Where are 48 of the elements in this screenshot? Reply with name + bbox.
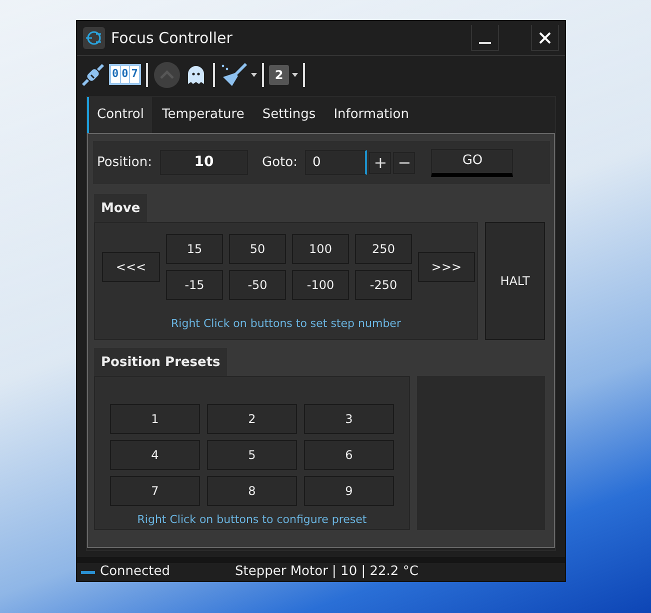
halt-button[interactable]: HALT	[485, 222, 545, 340]
step-left-button[interactable]: <<<	[102, 252, 160, 282]
step-button[interactable]: 250	[355, 234, 412, 264]
preset-button[interactable]: 6	[304, 440, 394, 470]
preset-button[interactable]: 1	[110, 404, 200, 434]
goto-input-field[interactable]: 0	[305, 150, 368, 175]
app-logo-icon	[83, 27, 105, 49]
tab[interactable]: Control	[87, 97, 152, 133]
section-header: Move	[94, 194, 148, 222]
tab[interactable]: Settings	[252, 97, 324, 133]
close-icon	[538, 30, 552, 44]
up-chevron-icon	[152, 60, 181, 88]
goto-label: Goto:	[262, 154, 298, 172]
preset-button[interactable]: 4	[110, 440, 200, 470]
plug-icon	[80, 62, 106, 88]
position-value: 10	[160, 150, 248, 175]
tab[interactable]: Information	[324, 97, 417, 133]
hint-text: Right Click on buttons to configure preset	[136, 512, 368, 528]
preset-button[interactable]: 2	[207, 404, 297, 434]
step-button[interactable]: -100	[292, 270, 349, 300]
step-right-button[interactable]: >>>	[418, 252, 475, 282]
preset-button[interactable]: 9	[304, 476, 394, 506]
broom-button[interactable]	[220, 62, 257, 88]
step-button[interactable]: 100	[292, 234, 349, 264]
minimize-icon	[479, 42, 491, 44]
step-button[interactable]: 15	[166, 234, 223, 264]
close-button[interactable]	[531, 25, 559, 51]
preset-button[interactable]: 7	[110, 476, 200, 506]
position-label: Position:	[97, 154, 152, 172]
tab[interactable]: Temperature	[152, 97, 252, 133]
preset-button[interactable]: 8	[207, 476, 297, 506]
go-button[interactable]: GO	[431, 148, 514, 176]
minimize-button[interactable]	[471, 25, 499, 51]
plug-button[interactable]	[80, 62, 106, 88]
connection-status: Connected	[100, 563, 170, 582]
section-header: Position Presets	[94, 348, 228, 376]
status-info: Stepper Motor | 10 | 22.2 °C	[235, 563, 418, 582]
step-button[interactable]: 50	[229, 234, 286, 264]
step-button[interactable]: -15	[166, 270, 223, 300]
step-button[interactable]: -250	[355, 270, 412, 300]
decrement-button[interactable]: −	[393, 152, 416, 174]
preset-button[interactable]: 3	[304, 404, 394, 434]
window-title: Focus Controller	[111, 28, 232, 49]
preset-button[interactable]: 5	[207, 440, 297, 470]
broom-icon	[220, 62, 248, 88]
step-button[interactable]: -50	[229, 270, 286, 300]
increment-button[interactable]: +	[369, 152, 392, 174]
hint-text: Right Click on buttons to set step number	[170, 316, 402, 332]
